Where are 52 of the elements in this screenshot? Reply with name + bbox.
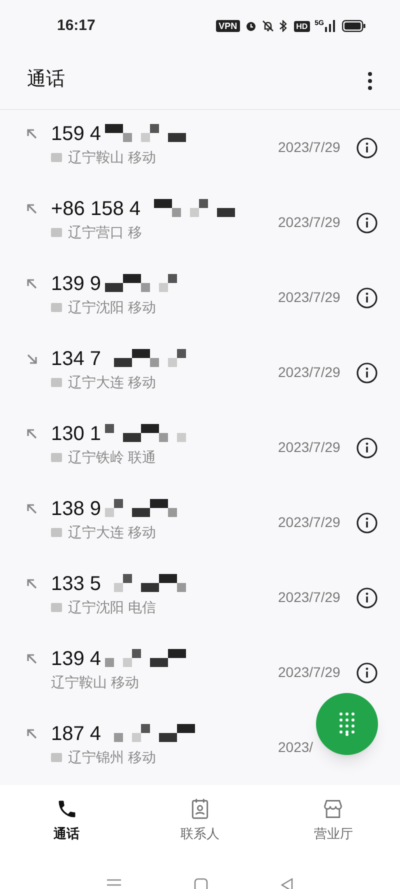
info-icon[interactable] xyxy=(356,512,378,534)
info-icon[interactable] xyxy=(356,212,378,234)
call-date: 2023/7/29 xyxy=(278,438,340,457)
alarm-icon xyxy=(245,20,258,32)
status-time: 16:17 xyxy=(57,16,96,36)
signal-icon xyxy=(325,20,337,32)
bluetooth-icon xyxy=(279,20,290,32)
call-date: 2023/7/29 xyxy=(278,588,340,607)
location-text: 辽宁大连 移动 xyxy=(68,373,156,392)
location-text: 辽宁营口 移 xyxy=(68,223,142,242)
storefront-icon xyxy=(322,798,344,820)
call-date: 2023/7/29 xyxy=(278,288,340,307)
nav-tab[interactable]: 营业厅 xyxy=(266,785,400,857)
call-date: 2023/7/29 xyxy=(278,363,340,382)
phone-number: 134 7 xyxy=(51,347,102,372)
phone-number: 159 4 xyxy=(51,122,102,147)
phone-number: 139 9 xyxy=(51,272,102,297)
info-icon[interactable] xyxy=(356,362,378,384)
location-text: 辽宁鞍山 移动 xyxy=(68,148,156,167)
location-text: 辽宁鞍山 移动 xyxy=(51,673,139,692)
call-date: 2023/7/29 xyxy=(278,213,340,232)
battery-icon xyxy=(342,20,366,32)
vpn-badge: VPN xyxy=(216,20,240,32)
location-text: 辽宁沈阳 移动 xyxy=(68,298,156,317)
bell-off-icon xyxy=(262,20,274,32)
info-icon[interactable] xyxy=(356,436,378,458)
call-date: 2023/ xyxy=(278,738,314,757)
dialpad-icon xyxy=(339,712,355,736)
more-options-icon[interactable] xyxy=(367,70,373,90)
nav-tab[interactable]: 联系人 xyxy=(133,785,267,857)
location-text: 辽宁大连 移动 xyxy=(68,523,156,542)
phone-number: 187 4 xyxy=(51,722,102,747)
info-icon[interactable] xyxy=(356,286,378,308)
page-title: 通话 xyxy=(27,68,65,92)
location-text: 辽宁沈阳 电信 xyxy=(68,598,156,617)
nav-tab[interactable]: 通话 xyxy=(0,785,134,857)
info-icon[interactable] xyxy=(356,586,378,608)
phone-number: 133 5 xyxy=(51,572,102,597)
call-date: 2023/7/29 xyxy=(278,138,340,157)
phone-number: +86 158 4 xyxy=(51,197,141,222)
back-icon[interactable] xyxy=(280,878,294,889)
hd-badge: HD xyxy=(294,20,310,32)
info-icon[interactable] xyxy=(356,662,378,684)
phone-number: 138 9 xyxy=(51,497,102,522)
call-date: 2023/7/29 xyxy=(278,513,340,532)
phone-number: 139 4 xyxy=(51,647,102,672)
info-icon[interactable] xyxy=(356,136,378,158)
home-icon[interactable] xyxy=(194,878,208,889)
location-text: 辽宁铁岭 联通 xyxy=(68,448,156,467)
call-date: 2023/7/29 xyxy=(278,663,340,682)
location-text: 辽宁锦州 移动 xyxy=(68,748,156,767)
phone-number: 130 1 xyxy=(51,422,102,447)
